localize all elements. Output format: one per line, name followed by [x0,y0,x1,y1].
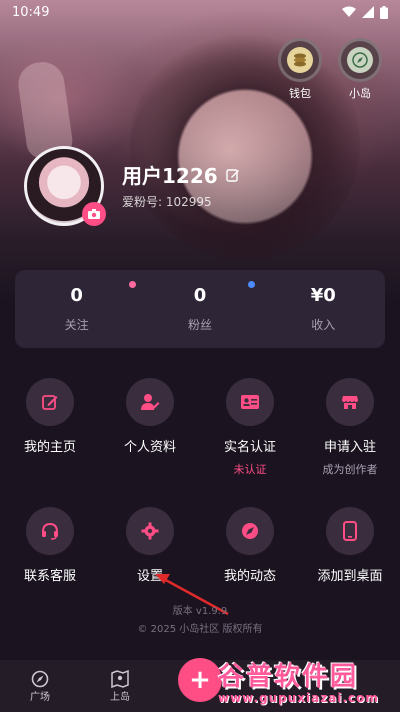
tab-label: 广场 [30,691,50,703]
tab-label: 上岛 [110,691,130,703]
map-icon [111,669,129,688]
watermark-logo: 谷普软件园 www.gupuxiazai.com [218,656,398,712]
tab-island[interactable]: 上岛 [80,669,160,703]
watermark-title: 谷普软件园 [218,662,359,692]
create-post-button[interactable]: + [178,658,222,702]
compass-icon [31,670,49,687]
tab-square[interactable]: 广场 [0,670,80,703]
watermark-url: www.gupuxiazai.com [218,691,379,705]
version-text: 版本 v1.9.9 [172,606,228,617]
copyright-text: © 2025 小岛社区 版权所有 [137,624,263,635]
